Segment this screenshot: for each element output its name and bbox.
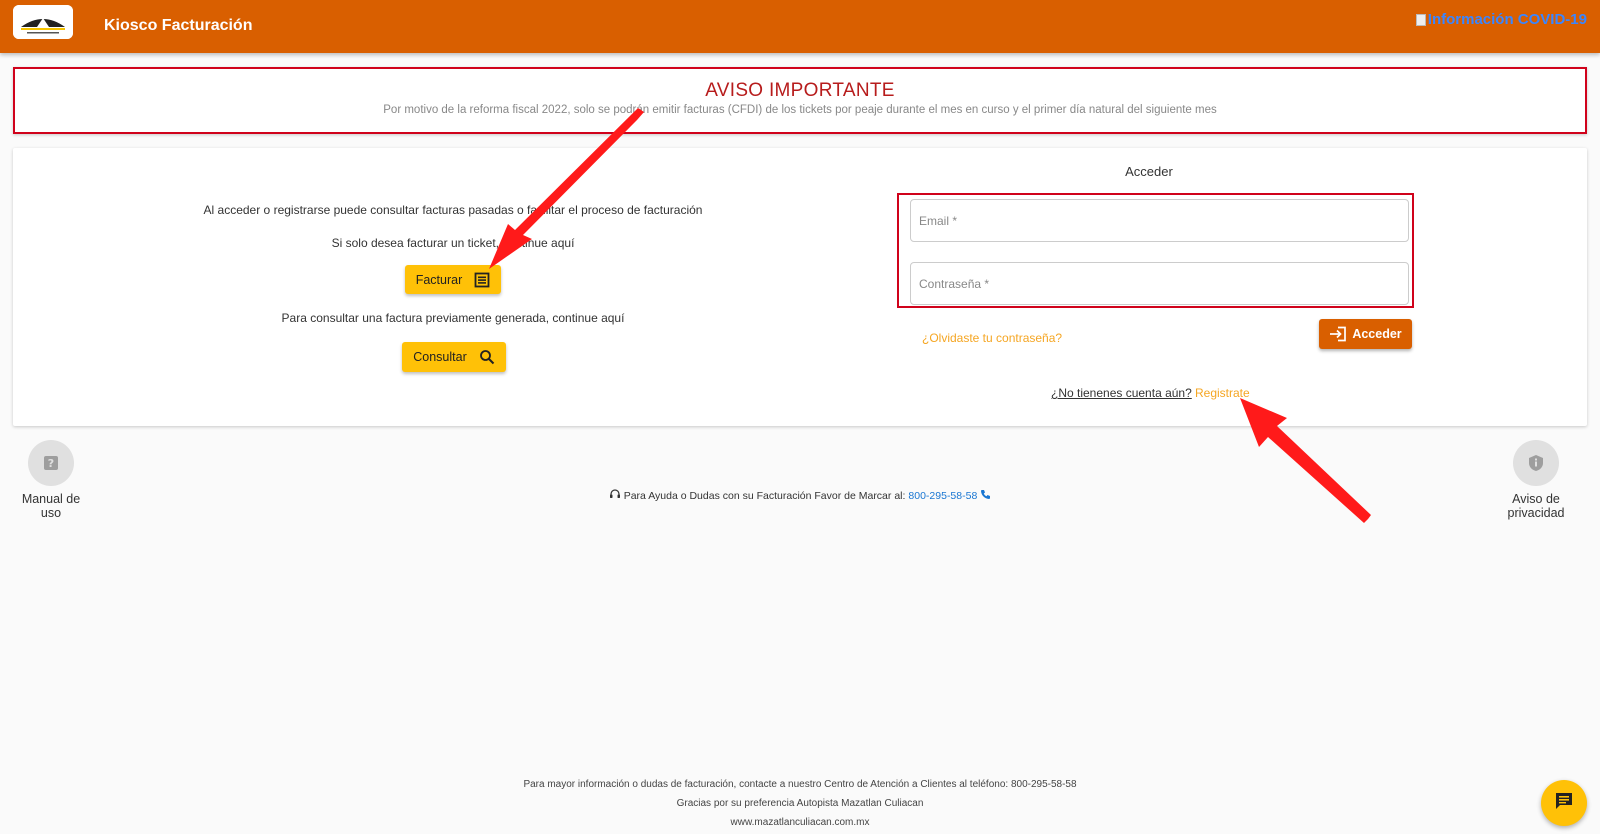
help-icon: ? bbox=[28, 440, 74, 486]
consult-text: Para consultar una factura previamente g… bbox=[281, 311, 625, 325]
covid-info-link[interactable]: Información COVID-19 bbox=[1415, 11, 1587, 28]
email-field-wrapper bbox=[910, 199, 1409, 242]
intro-text: Al acceder o registrarse puede consultar… bbox=[203, 203, 703, 217]
chat-icon bbox=[1554, 791, 1574, 816]
help-text: Para Ayuda o Dudas con su Facturación Fa… bbox=[623, 489, 906, 502]
password-field-wrapper bbox=[910, 262, 1409, 305]
covid-link-label: Información COVID-19 bbox=[1427, 11, 1587, 28]
svg-text:?: ? bbox=[48, 457, 54, 470]
receipt-icon bbox=[474, 272, 490, 288]
notice-body: Por motivo de la reforma fiscal 2022, so… bbox=[383, 104, 1217, 116]
phone-icon bbox=[980, 489, 991, 503]
no-account-text: ¿No tienenes cuenta aún? bbox=[1051, 386, 1192, 400]
ticket-text: Si solo desea facturar un ticket, contin… bbox=[331, 236, 575, 250]
forgot-password-link[interactable]: ¿Olvidaste tu contraseña? bbox=[922, 331, 1062, 345]
manual-link[interactable]: ? Manual de uso bbox=[13, 440, 89, 520]
login-fields-box bbox=[897, 193, 1414, 308]
app-title: Kiosco Facturación bbox=[104, 17, 253, 34]
app-header: Kiosco Facturación Información COVID-19 bbox=[0, 0, 1600, 53]
facturar-button[interactable]: Facturar bbox=[405, 265, 501, 294]
help-line: Para Ayuda o Dudas con su Facturación Fa… bbox=[0, 488, 1600, 503]
footer-thanks: Gracias por su preferencia Autopista Maz… bbox=[676, 798, 924, 809]
footer-website: www.mazatlanculiacan.com.mx bbox=[730, 817, 870, 828]
chat-button[interactable] bbox=[1541, 780, 1587, 826]
acceder-label: Acceder bbox=[1352, 327, 1402, 341]
help-phone-link[interactable]: 800-295-58-58 bbox=[908, 490, 977, 502]
search-icon bbox=[479, 349, 495, 365]
register-link[interactable]: Registrate bbox=[1195, 386, 1250, 400]
notice-title: AVISO IMPORTANTE bbox=[705, 80, 895, 101]
facturar-label: Facturar bbox=[415, 272, 463, 287]
email-field[interactable] bbox=[919, 213, 1408, 228]
acceder-button[interactable]: Acceder bbox=[1319, 319, 1412, 349]
login-section: Acceder ¿Olvidaste tu contraseña? Accede… bbox=[893, 148, 1587, 426]
broken-image-icon bbox=[1415, 13, 1426, 26]
logo-image[interactable] bbox=[13, 5, 73, 39]
login-icon bbox=[1329, 326, 1347, 342]
privacy-link[interactable]: Aviso de privacidad bbox=[1484, 440, 1588, 520]
important-notice: AVISO IMPORTANTE Por motivo de la reform… bbox=[13, 67, 1587, 134]
login-title: Acceder bbox=[1125, 164, 1173, 179]
guest-section: Al acceder o registrarse puede consultar… bbox=[13, 148, 893, 426]
shield-icon bbox=[1513, 440, 1559, 486]
footer-contact: Para mayor información o dudas de factur… bbox=[523, 779, 1077, 790]
consultar-label: Consultar bbox=[413, 350, 467, 364]
main-card: Al acceder o registrarse puede consultar… bbox=[13, 148, 1587, 426]
consultar-button[interactable]: Consultar bbox=[402, 342, 506, 372]
password-field[interactable] bbox=[919, 276, 1408, 291]
headset-icon bbox=[609, 488, 621, 503]
